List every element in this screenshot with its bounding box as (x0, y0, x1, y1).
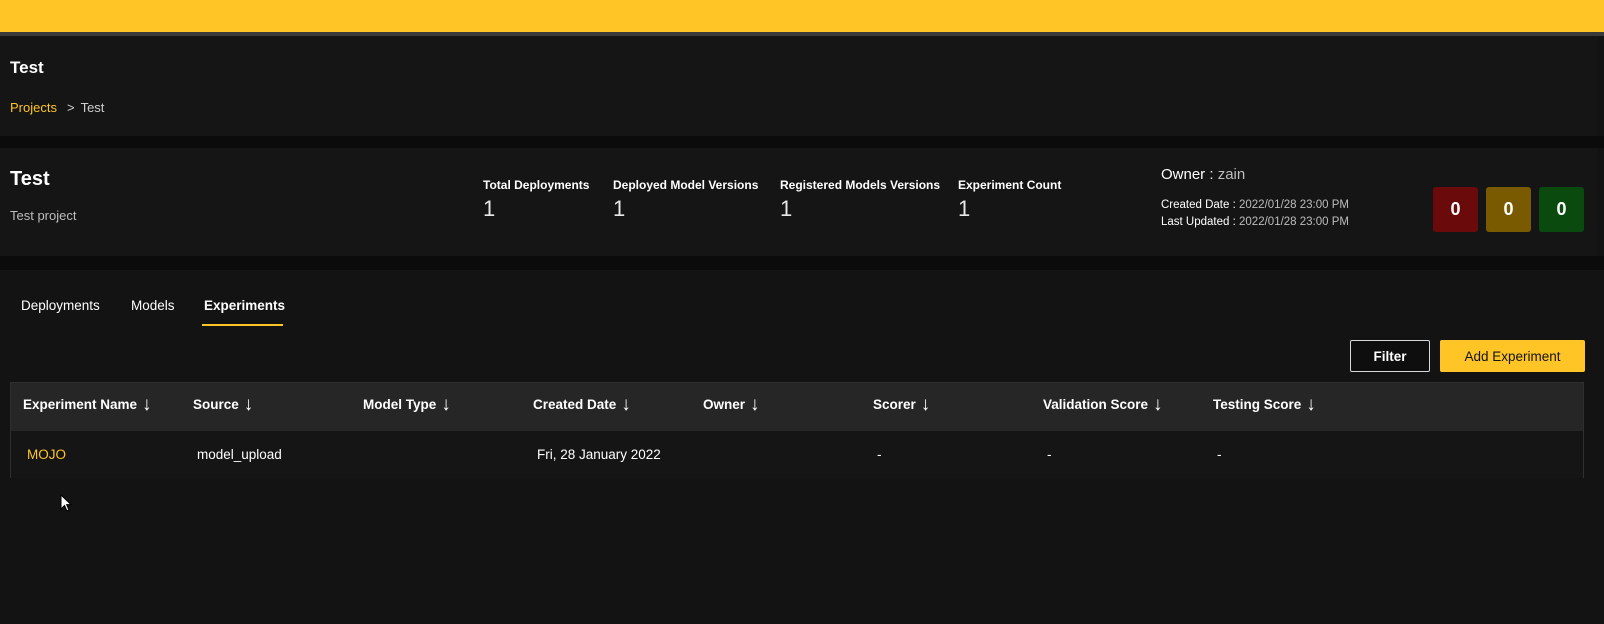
sort-arrow-icon[interactable]: ↓ (750, 395, 760, 414)
dates: Created Date : 2022/01/28 23:00 PM Last … (1161, 199, 1349, 228)
mouse-pointer-icon (60, 494, 73, 512)
cell-source: model_upload (197, 447, 282, 462)
experiment-name-link[interactable]: MOJO (27, 447, 66, 462)
column-header-testing-score[interactable]: Testing Score ↓ (1213, 395, 1316, 414)
created-date-value: 2022/01/28 23:00 PM (1239, 199, 1349, 211)
tab-deployments[interactable]: Deployments (21, 298, 100, 313)
stat-value: 1 (958, 196, 971, 221)
status-badge-red: 0 (1433, 187, 1478, 232)
section-divider (0, 136, 1604, 148)
column-header-model-type[interactable]: Model Type ↓ (363, 395, 451, 414)
stat-label: Deployed Model Versions (613, 178, 759, 192)
project-summary-panel: Test Test project Total Deployments 1 De… (0, 148, 1598, 256)
table-header: Experiment Name ↓ Source ↓ Model Type ↓ … (11, 383, 1583, 431)
project-name: Test (10, 168, 50, 190)
stat-total-deployments: Total Deployments 1 (483, 178, 589, 222)
column-label: Scorer (873, 397, 916, 412)
page-header: Test Projects > Test (0, 36, 1598, 136)
stat-deployed-model-versions: Deployed Model Versions 1 (613, 178, 758, 222)
column-header-created-date[interactable]: Created Date ↓ (533, 395, 631, 414)
stat-value: 1 (613, 196, 626, 221)
sort-arrow-icon[interactable]: ↓ (1153, 395, 1163, 414)
breadcrumb-separator: > (66, 100, 75, 115)
page-title: Test (10, 58, 44, 77)
tab-models[interactable]: Models (131, 298, 175, 313)
sort-arrow-icon[interactable]: ↓ (142, 395, 152, 414)
active-tab-indicator (202, 324, 283, 326)
column-label: Validation Score (1043, 397, 1149, 412)
last-updated-label: Last Updated : (1161, 216, 1236, 228)
add-experiment-button[interactable]: Add Experiment (1440, 340, 1585, 372)
sort-arrow-icon[interactable]: ↓ (441, 395, 451, 414)
column-label: Experiment Name (23, 397, 138, 412)
breadcrumb: Projects > Test (10, 100, 104, 115)
column-header-validation-score[interactable]: Validation Score ↓ (1043, 395, 1163, 414)
project-description: Test project (10, 208, 77, 223)
owner-line: Owner : zain (1161, 166, 1349, 183)
sort-arrow-icon[interactable]: ↓ (244, 395, 254, 414)
created-date-label: Created Date : (1161, 199, 1236, 211)
stat-value: 1 (780, 196, 793, 221)
table-row[interactable]: MOJO model_upload Fri, 28 January 2022 -… (11, 431, 1583, 478)
section-divider (0, 256, 1604, 270)
sort-arrow-icon[interactable]: ↓ (1306, 395, 1316, 414)
sort-arrow-icon[interactable]: ↓ (621, 395, 631, 414)
last-updated-line: Last Updated : 2022/01/28 23:00 PM (1161, 216, 1349, 228)
owner-info: Owner : zain Created Date : 2022/01/28 2… (1161, 166, 1349, 228)
breadcrumb-projects-link[interactable]: Projects (10, 100, 57, 115)
filter-button[interactable]: Filter (1350, 340, 1430, 372)
stat-label: Experiment Count (958, 178, 1062, 192)
cell-testing-score: - (1217, 447, 1222, 462)
column-label: Source (193, 397, 239, 412)
status-badge-green: 0 (1539, 187, 1584, 232)
owner-label: Owner : (1161, 166, 1214, 183)
sort-arrow-icon[interactable]: ↓ (921, 395, 931, 414)
stat-registered-models-versions: Registered Models Versions 1 (780, 178, 940, 222)
column-label: Testing Score (1213, 397, 1302, 412)
top-accent-bar (0, 0, 1604, 32)
status-badge-amber: 0 (1486, 187, 1531, 232)
column-label: Model Type (363, 397, 437, 412)
breadcrumb-current: Test (80, 100, 105, 115)
stat-experiment-count: Experiment Count 1 (958, 178, 1061, 222)
column-header-experiment-name[interactable]: Experiment Name ↓ (23, 395, 152, 414)
cell-validation-score: - (1047, 447, 1052, 462)
cell-scorer: - (877, 447, 882, 462)
column-header-owner[interactable]: Owner ↓ (703, 395, 760, 414)
column-label: Owner (703, 397, 746, 412)
stat-label: Total Deployments (483, 178, 590, 192)
last-updated-value: 2022/01/28 23:00 PM (1239, 216, 1349, 228)
column-label: Created Date (533, 397, 617, 412)
stat-value: 1 (483, 196, 496, 221)
cell-created-date: Fri, 28 January 2022 (537, 447, 661, 462)
experiments-table: Experiment Name ↓ Source ↓ Model Type ↓ … (10, 382, 1584, 478)
stat-label: Registered Models Versions (780, 178, 941, 192)
column-header-scorer[interactable]: Scorer ↓ (873, 395, 931, 414)
column-header-source[interactable]: Source ↓ (193, 395, 254, 414)
owner-value: zain (1217, 166, 1246, 183)
created-date-line: Created Date : 2022/01/28 23:00 PM (1161, 199, 1349, 211)
tab-experiments[interactable]: Experiments (204, 298, 285, 313)
